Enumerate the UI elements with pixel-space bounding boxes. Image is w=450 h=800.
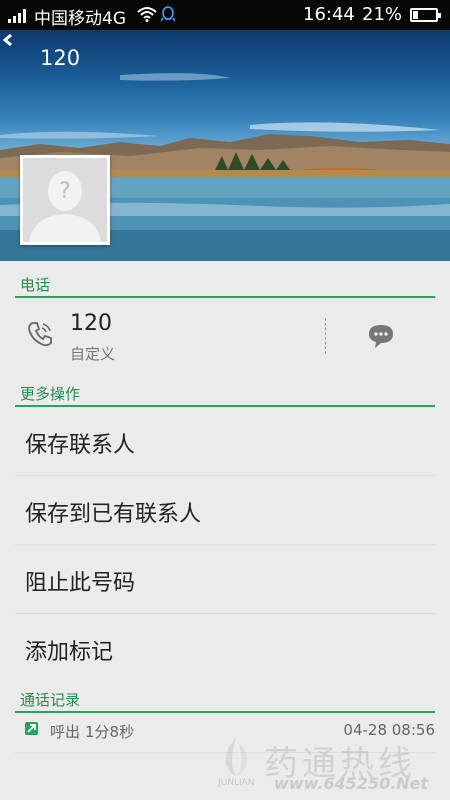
- carrier-label: 中国移动4G: [34, 9, 126, 29]
- phone-number-row[interactable]: 120 自定义: [0, 298, 450, 372]
- call-log-section-title: 通话记录: [20, 691, 81, 709]
- block-number-button[interactable]: 阻止此号码: [15, 545, 435, 614]
- save-contact-button[interactable]: 保存联系人: [15, 407, 435, 476]
- phone-type-label: 自定义: [70, 345, 116, 363]
- back-icon[interactable]: [0, 30, 16, 50]
- phone-number: 120: [70, 311, 112, 336]
- default-avatar-icon: ?: [23, 158, 107, 242]
- phone-icon[interactable]: [26, 320, 54, 348]
- more-actions-section-header: 更多操作: [15, 379, 435, 407]
- more-actions-section-title: 更多操作: [20, 385, 81, 403]
- watermark-brand: JUNLIAN: [218, 778, 255, 788]
- signal-icon: [8, 9, 28, 23]
- action-label: 保存到已有联系人: [25, 502, 202, 527]
- action-label: 添加标记: [25, 640, 114, 665]
- add-tag-button[interactable]: 添加标记: [15, 614, 435, 682]
- action-label: 阻止此号码: [25, 571, 136, 596]
- divider: [325, 318, 326, 354]
- wifi-icon: [137, 7, 157, 22]
- qq-icon: [161, 6, 175, 22]
- avatar[interactable]: ?: [20, 155, 110, 245]
- watermark-logo: [214, 734, 258, 781]
- phone-section-title: 电话: [20, 276, 51, 294]
- battery-icon: [410, 8, 441, 22]
- save-to-existing-contact-button[interactable]: 保存到已有联系人: [15, 476, 435, 545]
- outgoing-call-icon: [25, 722, 38, 735]
- message-icon[interactable]: [367, 323, 395, 349]
- action-label: 保存联系人: [25, 433, 136, 458]
- clock: 16:44: [303, 4, 355, 25]
- call-duration: 1分8秒: [85, 723, 135, 741]
- call-type: 呼出: [50, 723, 81, 741]
- call-log-section-header: 通话记录: [15, 685, 435, 713]
- page-title: 120: [40, 46, 81, 70]
- phone-section-header: 电话: [15, 270, 435, 298]
- battery-percent: 21%: [362, 4, 403, 25]
- watermark-url: www.645250.Net: [274, 774, 429, 793]
- status-bar: 中国移动4G 16:44 21%: [0, 0, 450, 30]
- svg-text:?: ?: [59, 179, 71, 204]
- watermark: JUNLIAN 药通热线 www.645250.Net: [214, 726, 444, 796]
